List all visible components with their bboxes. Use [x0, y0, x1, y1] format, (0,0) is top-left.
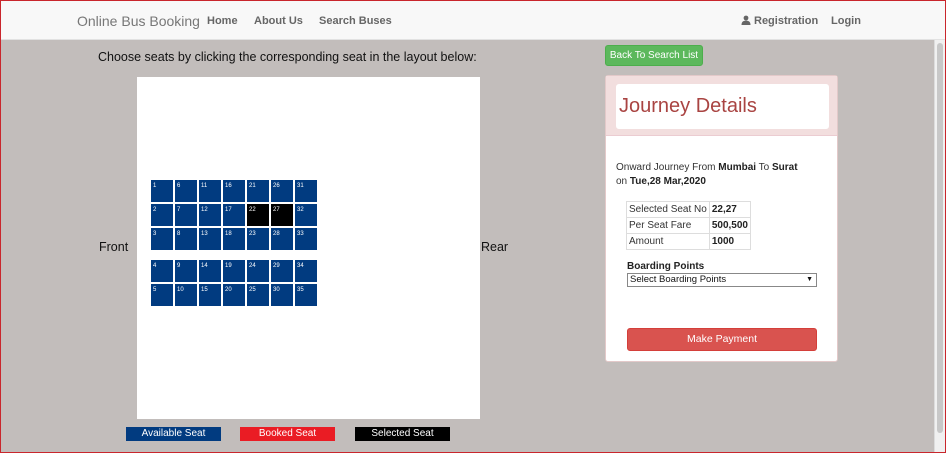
front-label: Front: [99, 240, 129, 254]
user-icon: [741, 15, 751, 25]
journey-date: Tue,28 Mar,2020: [629, 176, 706, 187]
table-row: Amount 1000: [626, 233, 751, 250]
seat-23[interactable]: 23: [246, 227, 270, 251]
seat-28[interactable]: 28: [270, 227, 294, 251]
panel-heading-box: Journey Details: [616, 84, 829, 129]
seat-10[interactable]: 10: [174, 283, 198, 307]
seat-34[interactable]: 34: [294, 259, 318, 283]
boarding-select-value: Select Boarding Points: [630, 274, 727, 285]
seat-2[interactable]: 2: [150, 203, 174, 227]
seat-33[interactable]: 33: [294, 227, 318, 251]
journey-from: Mumbai: [718, 162, 757, 173]
seat-row: 4 9 14 19 24 29 34: [150, 259, 318, 283]
seat-11[interactable]: 11: [198, 179, 222, 203]
seat-30[interactable]: 30: [270, 283, 294, 307]
seat-row: 1 6 11 16 21 26 31: [150, 179, 318, 203]
seat-25[interactable]: 25: [246, 283, 270, 307]
seat-27[interactable]: 27: [270, 203, 294, 227]
seat-1[interactable]: 1: [150, 179, 174, 203]
seat-32[interactable]: 32: [294, 203, 318, 227]
seat-8[interactable]: 8: [174, 227, 198, 251]
seat-9[interactable]: 9: [174, 259, 198, 283]
seat-grid: 1 6 11 16 21 26 31 2 7 12 17 22 27 32 3 8 13 18 23 28 33 4 9 14…: [150, 179, 318, 307]
seat-15[interactable]: 15: [198, 283, 222, 307]
seat-12[interactable]: 12: [198, 203, 222, 227]
panel-heading: Journey Details: [606, 76, 837, 136]
selected-seat-label: Selected Seat No: [626, 201, 710, 218]
seat-3[interactable]: 3: [150, 227, 174, 251]
table-row: Selected Seat No 22,27: [626, 201, 751, 218]
rear-label: Rear: [481, 240, 509, 254]
aisle: [150, 251, 318, 259]
seat-18[interactable]: 18: [222, 227, 246, 251]
fare-label: Per Seat Fare: [626, 217, 710, 234]
seat-20[interactable]: 20: [222, 283, 246, 307]
registration-label: Registration: [754, 15, 819, 27]
seat-31[interactable]: 31: [294, 179, 318, 203]
legend-selected: Selected Seat: [355, 427, 450, 441]
legend-available: Available Seat: [126, 427, 221, 441]
chevron-down-icon: ▼: [806, 276, 813, 283]
selected-seat-value: 22,27: [708, 201, 751, 218]
amount-value: 1000: [708, 233, 751, 250]
amount-label: Amount: [626, 233, 710, 250]
app-window: Online Bus Booking Home About Us Search …: [0, 0, 946, 453]
seat-21[interactable]: 21: [246, 179, 270, 203]
fare-table: Selected Seat No 22,27 Per Seat Fare 500…: [626, 201, 751, 250]
nav-about-link[interactable]: About Us: [254, 15, 303, 27]
nav-search-buses-link[interactable]: Search Buses: [319, 15, 392, 27]
seat-instruction: Choose seats by clicking the correspondi…: [98, 50, 477, 64]
seat-13[interactable]: 13: [198, 227, 222, 251]
seat-row: 2 7 12 17 22 27 32: [150, 203, 318, 227]
nav-registration-link[interactable]: Registration: [741, 15, 818, 27]
nav-login-link[interactable]: Login: [831, 15, 861, 27]
nav-home-link[interactable]: Home: [207, 15, 238, 27]
brand-link[interactable]: Online Bus Booking: [77, 13, 200, 29]
fare-value: 500,500: [708, 217, 751, 234]
seat-22[interactable]: 22: [246, 203, 270, 227]
navbar: Online Bus Booking Home About Us Search …: [1, 1, 945, 40]
seat-5[interactable]: 5: [150, 283, 174, 307]
seat-19[interactable]: 19: [222, 259, 246, 283]
seat-26[interactable]: 26: [270, 179, 294, 203]
journey-to-word: To: [758, 162, 770, 173]
journey-to: Surat: [772, 162, 798, 173]
journey-prefix: Onward Journey From: [616, 162, 716, 173]
seat-4[interactable]: 4: [150, 259, 174, 283]
journey-details-panel: Journey Details Onward Journey From Mumb…: [605, 75, 838, 362]
seat-row: 3 8 13 18 23 28 33: [150, 227, 318, 251]
journey-on-word: on: [616, 176, 628, 187]
seat-29[interactable]: 29: [270, 259, 294, 283]
seat-24[interactable]: 24: [246, 259, 270, 283]
seat-14[interactable]: 14: [198, 259, 222, 283]
seat-7[interactable]: 7: [174, 203, 198, 227]
seat-6[interactable]: 6: [174, 179, 198, 203]
seat-35[interactable]: 35: [294, 283, 318, 307]
scrollbar-thumb[interactable]: [937, 43, 943, 433]
journey-route: Onward Journey From Mumbai To Surat: [616, 162, 798, 173]
boarding-points-select[interactable]: Select Boarding Points ▼: [627, 273, 817, 287]
vertical-scrollbar[interactable]: [934, 40, 945, 452]
seat-row: 5 10 15 20 25 30 35: [150, 283, 318, 307]
back-to-search-button[interactable]: Back To Search List: [605, 45, 703, 66]
seat-16[interactable]: 16: [222, 179, 246, 203]
journey-date-line: on Tue,28 Mar,2020: [616, 176, 706, 187]
boarding-points-label: Boarding Points: [627, 261, 705, 272]
table-row: Per Seat Fare 500,500: [626, 217, 751, 234]
seat-17[interactable]: 17: [222, 203, 246, 227]
legend-booked: Booked Seat: [240, 427, 335, 441]
make-payment-button[interactable]: Make Payment: [627, 328, 817, 351]
journey-details-title: Journey Details: [619, 95, 757, 117]
